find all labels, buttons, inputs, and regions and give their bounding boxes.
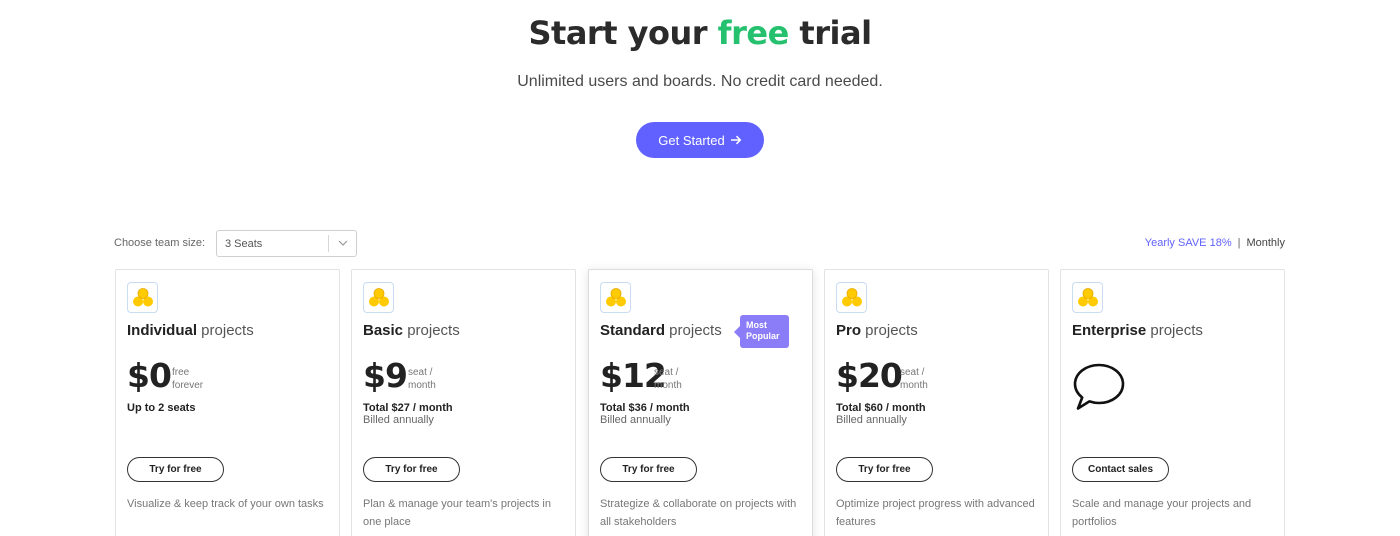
most-popular-badge: Most Popular: [734, 315, 789, 348]
arrow-right-icon: [730, 135, 742, 145]
try-for-free-button[interactable]: Try for free: [836, 457, 933, 482]
plan-total: Total $27 / month: [363, 402, 453, 414]
monday-logo-icon: [1072, 282, 1103, 313]
billing-yearly-option[interactable]: Yearly SAVE 18%: [1145, 237, 1232, 249]
try-for-free-button[interactable]: Try for free: [127, 457, 224, 482]
plan-price: $20: [836, 356, 903, 395]
title-prefix: Start your: [528, 14, 718, 52]
plan-description: Plan & manage your team's projects in on…: [363, 498, 551, 528]
billing-monthly-option[interactable]: Monthly: [1246, 237, 1285, 249]
team-size-select[interactable]: 3 Seats: [216, 230, 357, 257]
team-size-label: Choose team size:: [114, 237, 206, 249]
plan-card-enterprise: Enterprise projects Contact sales Scale …: [1060, 269, 1285, 536]
plan-card-standard: Standard projects Most Popular $12 seat …: [588, 269, 813, 536]
contact-sales-button[interactable]: Contact sales: [1072, 457, 1169, 482]
plan-name: Basic projects: [363, 322, 460, 339]
plan-total: Total $36 / month: [600, 402, 690, 414]
plan-price: $9: [363, 356, 408, 395]
title-accent: free: [717, 14, 790, 52]
try-for-free-button[interactable]: Try for free: [363, 457, 460, 482]
plan-price: $0: [127, 356, 172, 395]
plan-description: Scale and manage your projects and portf…: [1072, 498, 1252, 528]
plan-price-unit: free forever: [172, 367, 204, 391]
plan-description: Optimize project progress with advanced …: [836, 498, 1035, 528]
get-started-button[interactable]: Get Started: [636, 122, 764, 158]
chat-bubble-icon: [1072, 362, 1126, 417]
plan-description: Strategize & collaborate on projects wit…: [600, 498, 797, 528]
plan-billing-note: Billed annually: [600, 414, 671, 426]
get-started-label: Get Started: [658, 132, 725, 148]
plan-total: Up to 2 seats: [127, 402, 196, 414]
plan-price-unit: seat / month: [408, 367, 436, 391]
page-subtitle: Unlimited users and boards. No credit ca…: [517, 73, 883, 90]
plan-billing-note: Billed annually: [836, 414, 907, 426]
monday-logo-icon: [127, 282, 158, 313]
try-for-free-button[interactable]: Try for free: [600, 457, 697, 482]
team-size-value: 3 Seats: [225, 237, 263, 250]
monday-logo-icon: [600, 282, 631, 313]
title-suffix: trial: [788, 14, 872, 52]
plan-price-unit: seat / month: [900, 367, 928, 391]
plan-card-individual: Individual projects $0 free forever Up to…: [115, 269, 340, 536]
plan-name: Standard projects: [600, 322, 722, 339]
plan-price-unit: seat / month: [654, 367, 682, 391]
plan-name: Individual projects: [127, 322, 254, 339]
billing-toggle: Yearly SAVE 18% | Monthly: [1145, 237, 1285, 249]
plan-description: Visualize & keep track of your own tasks: [127, 498, 324, 510]
monday-logo-icon: [363, 282, 394, 313]
monday-logo-icon: [836, 282, 867, 313]
plan-name: Enterprise projects: [1072, 322, 1203, 339]
chevron-down-icon: [329, 238, 356, 249]
plan-card-pro: Pro projects $20 seat / month Total $60 /…: [824, 269, 1049, 536]
plan-name: Pro projects: [836, 322, 918, 339]
billing-divider: |: [1237, 237, 1241, 249]
page-title: Start your free trial: [0, 14, 1400, 52]
plan-billing-note: Billed annually: [363, 414, 434, 426]
plan-card-basic: Basic projects $9 seat / month Total $27 …: [351, 269, 576, 536]
plan-total: Total $60 / month: [836, 402, 926, 414]
